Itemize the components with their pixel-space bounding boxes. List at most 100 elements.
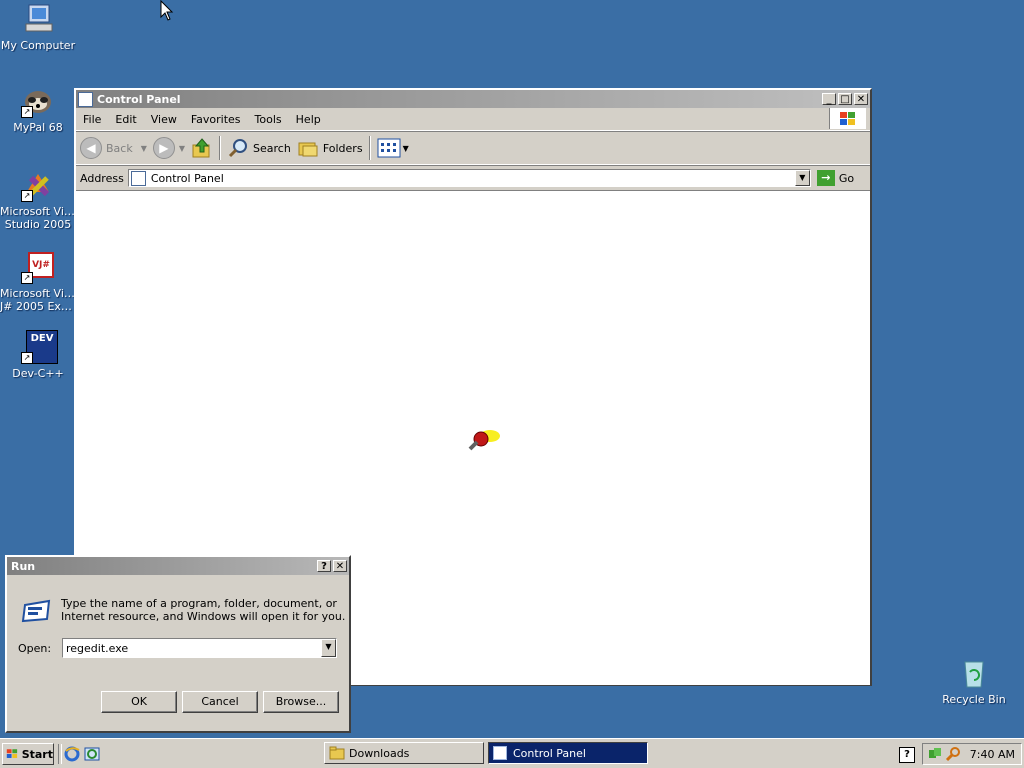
mouse-cursor-icon bbox=[160, 0, 174, 21]
start-button[interactable]: Start bbox=[2, 743, 54, 765]
shortcut-arrow-icon: ↗ bbox=[21, 352, 33, 364]
forward-arrow-icon: ▶ bbox=[152, 137, 175, 159]
desktop-icon-visual-studio[interactable]: ↗ Microsoft Visual Studio 2005 bbox=[0, 168, 76, 231]
clock[interactable]: 7:40 AM bbox=[970, 748, 1015, 761]
address-bar: Address Control Panel ▼ → Go bbox=[76, 165, 870, 190]
close-button[interactable]: ✕ bbox=[854, 93, 868, 105]
run-description-line: Type the name of a program, folder, docu… bbox=[61, 597, 337, 610]
cancel-button[interactable]: Cancel bbox=[182, 691, 258, 713]
control-panel-titlebar[interactable]: Control Panel _ □ ✕ bbox=[76, 90, 870, 108]
menu-edit[interactable]: Edit bbox=[108, 113, 143, 126]
task-label: Control Panel bbox=[513, 746, 586, 760]
desktop-icon-vjsharp[interactable]: VJ# ↗ Microsoft Visual J# 2005 Exp... bbox=[0, 250, 76, 313]
run-dialog: Run ? ✕ Type the name of a program, fold… bbox=[5, 555, 351, 733]
control-panel-small-icon bbox=[130, 170, 146, 186]
desktop-icon-devcpp[interactable]: DEV ↗ Dev-C++ bbox=[0, 330, 76, 380]
back-arrow-icon: ◀ bbox=[80, 137, 102, 159]
outlook-express-icon[interactable] bbox=[84, 746, 100, 762]
desktop-icon-label: Dev-C++ bbox=[12, 367, 64, 380]
control-panel-title-icon bbox=[78, 91, 93, 107]
desktop-icon-label: Microsoft Visual bbox=[0, 287, 76, 300]
back-dropdown-icon: ▼ bbox=[140, 143, 147, 153]
network-tray-icon[interactable] bbox=[927, 746, 943, 762]
vjsharp-icon: VJ# ↗ bbox=[21, 250, 55, 284]
task-downloads[interactable]: Downloads bbox=[324, 742, 484, 764]
desktop-icon-label: Recycle Bin bbox=[942, 693, 1006, 706]
desktop-icon-recycle-bin[interactable]: Recycle Bin bbox=[936, 656, 1012, 706]
folders-icon bbox=[298, 142, 318, 157]
views-button[interactable]: ▼ bbox=[377, 138, 409, 158]
windows-logo-icon bbox=[829, 108, 866, 129]
run-description-line: Internet resource, and Windows will open… bbox=[61, 610, 346, 623]
desktop-icon-label: J# 2005 Exp... bbox=[0, 300, 76, 313]
menu-bar: File Edit View Favorites Tools Help bbox=[76, 108, 870, 131]
task-label: Downloads bbox=[349, 746, 410, 760]
back-label: Back bbox=[106, 141, 133, 155]
search-label: Search bbox=[253, 141, 291, 155]
system-tray: 7:40 AM bbox=[922, 743, 1022, 765]
address-dropdown-button[interactable]: ▼ bbox=[794, 170, 810, 186]
forward-button[interactable]: ▶ ▼ bbox=[152, 137, 186, 159]
folder-icon bbox=[329, 746, 345, 760]
run-icon bbox=[21, 599, 51, 623]
browse-button[interactable]: Browse... bbox=[263, 691, 339, 713]
shortcut-arrow-icon: ↗ bbox=[21, 106, 33, 118]
run-close-button[interactable]: ✕ bbox=[333, 560, 347, 572]
views-icon bbox=[377, 138, 401, 158]
address-value: Control Panel bbox=[150, 171, 224, 185]
open-value: regedit.exe bbox=[66, 641, 129, 655]
menu-file[interactable]: File bbox=[76, 113, 108, 126]
menu-help[interactable]: Help bbox=[289, 113, 328, 126]
shortcut-arrow-icon: ↗ bbox=[21, 190, 33, 202]
forward-dropdown-icon: ▼ bbox=[178, 143, 186, 153]
desktop-icon-label: Microsoft Visual bbox=[0, 205, 76, 218]
visual-studio-icon: ↗ bbox=[21, 168, 55, 202]
go-label: Go bbox=[838, 171, 855, 185]
up-folder-icon bbox=[192, 138, 210, 158]
start-label: Start bbox=[21, 747, 53, 761]
go-button[interactable]: → Go bbox=[816, 170, 855, 186]
taskbar: Start Downloads Control Panel ? 7:40 AM bbox=[0, 738, 1024, 768]
minimize-button[interactable]: _ bbox=[822, 93, 836, 105]
search-icon bbox=[228, 139, 248, 158]
desktop-icon-label: MyPal 68 bbox=[13, 121, 63, 134]
menu-view[interactable]: View bbox=[144, 113, 184, 126]
folders-button[interactable]: Folders bbox=[297, 137, 363, 159]
open-label: Open: bbox=[18, 642, 52, 655]
my-computer-icon bbox=[21, 2, 55, 36]
desktop-icon-mypal[interactable]: ↗ MyPal 68 bbox=[0, 84, 76, 134]
recycle-bin-icon bbox=[957, 656, 991, 690]
address-label: Address bbox=[80, 171, 124, 185]
back-button[interactable]: ◀ Back ▼ bbox=[80, 137, 147, 159]
internet-explorer-icon[interactable] bbox=[64, 746, 80, 762]
ok-button[interactable]: OK bbox=[101, 691, 177, 713]
control-panel-small-icon bbox=[493, 746, 507, 760]
run-dialog-title: Run bbox=[11, 559, 36, 573]
window-title: Control Panel bbox=[97, 92, 181, 106]
run-description: Type the name of a program, folder, docu… bbox=[61, 597, 345, 623]
address-field[interactable]: Control Panel ▼ bbox=[127, 169, 811, 187]
desktop-icon-label: Studio 2005 bbox=[4, 218, 72, 231]
open-combobox[interactable]: regedit.exe ▼ bbox=[62, 638, 337, 658]
up-folder-button[interactable] bbox=[191, 137, 213, 159]
folders-label: Folders bbox=[322, 141, 363, 155]
desktop-icon-label: My Computer bbox=[0, 39, 76, 52]
search-tray-icon[interactable] bbox=[945, 746, 961, 762]
views-dropdown-icon: ▼ bbox=[402, 143, 409, 153]
help-button[interactable]: ? bbox=[317, 560, 331, 572]
search-button[interactable]: Search bbox=[227, 137, 291, 159]
desktop-icon-my-computer[interactable]: My Computer bbox=[0, 2, 76, 52]
standard-toolbar: ◀ Back ▼ ▶ ▼ Search Folders ▼ bbox=[76, 131, 870, 165]
windows-flag-icon bbox=[6, 749, 18, 758]
task-control-panel[interactable]: Control Panel bbox=[488, 742, 648, 764]
menu-favorites[interactable]: Favorites bbox=[184, 113, 248, 126]
open-dropdown-button[interactable]: ▼ bbox=[321, 639, 336, 657]
devcpp-icon: DEV ↗ bbox=[21, 330, 58, 364]
busy-cursor-icon bbox=[468, 430, 500, 451]
run-dialog-titlebar[interactable]: Run ? ✕ bbox=[7, 557, 349, 575]
maximize-button[interactable]: □ bbox=[838, 93, 852, 105]
menu-tools[interactable]: Tools bbox=[248, 113, 289, 126]
help-tray-icon[interactable]: ? bbox=[899, 747, 915, 763]
go-arrow-icon: → bbox=[816, 170, 835, 186]
mypal-icon: ↗ bbox=[21, 84, 55, 118]
